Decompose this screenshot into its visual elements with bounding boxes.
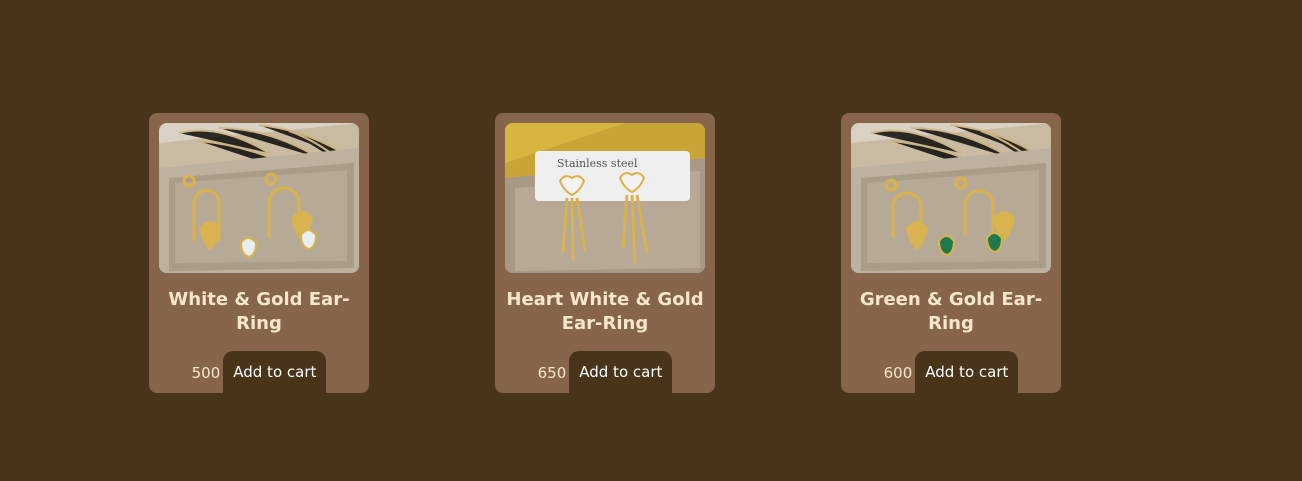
earring-photo-icon [159, 123, 359, 273]
product-title: White & Gold Ear-Ring [168, 289, 350, 334]
add-to-cart-button[interactable]: Add to cart [915, 351, 1019, 393]
product-title: Green & Gold Ear-Ring [859, 289, 1043, 334]
earring-photo-icon [851, 123, 1051, 273]
product-price: 500 [191, 364, 221, 382]
add-to-cart-button[interactable]: Add to cart [223, 351, 327, 393]
add-to-cart-button[interactable]: Add to cart [569, 351, 673, 393]
product-grid: White & Gold Ear-Ring 500 Add to cart St… [0, 0, 1302, 481]
product-title: Heart White & Gold Ear-Ring [506, 289, 704, 334]
product-image[interactable]: Stainless steel [505, 123, 705, 273]
product-price: 600 [883, 364, 913, 382]
product-buy-row: 650 Add to cart [495, 351, 715, 393]
product-image[interactable] [851, 123, 1051, 273]
card-text: Stainless steel [557, 157, 638, 170]
product-buy-row: 500 Add to cart [149, 351, 369, 393]
product-card: Green & Gold Ear-Ring 600 Add to cart [841, 113, 1061, 393]
product-image[interactable] [159, 123, 359, 273]
product-buy-row: 600 Add to cart [841, 351, 1061, 393]
product-card: Stainless steel Heart White & Gold Ear-R… [495, 113, 715, 393]
product-card: White & Gold Ear-Ring 500 Add to cart [149, 113, 369, 393]
product-price: 650 [537, 364, 567, 382]
earring-photo-icon: Stainless steel [505, 123, 705, 273]
